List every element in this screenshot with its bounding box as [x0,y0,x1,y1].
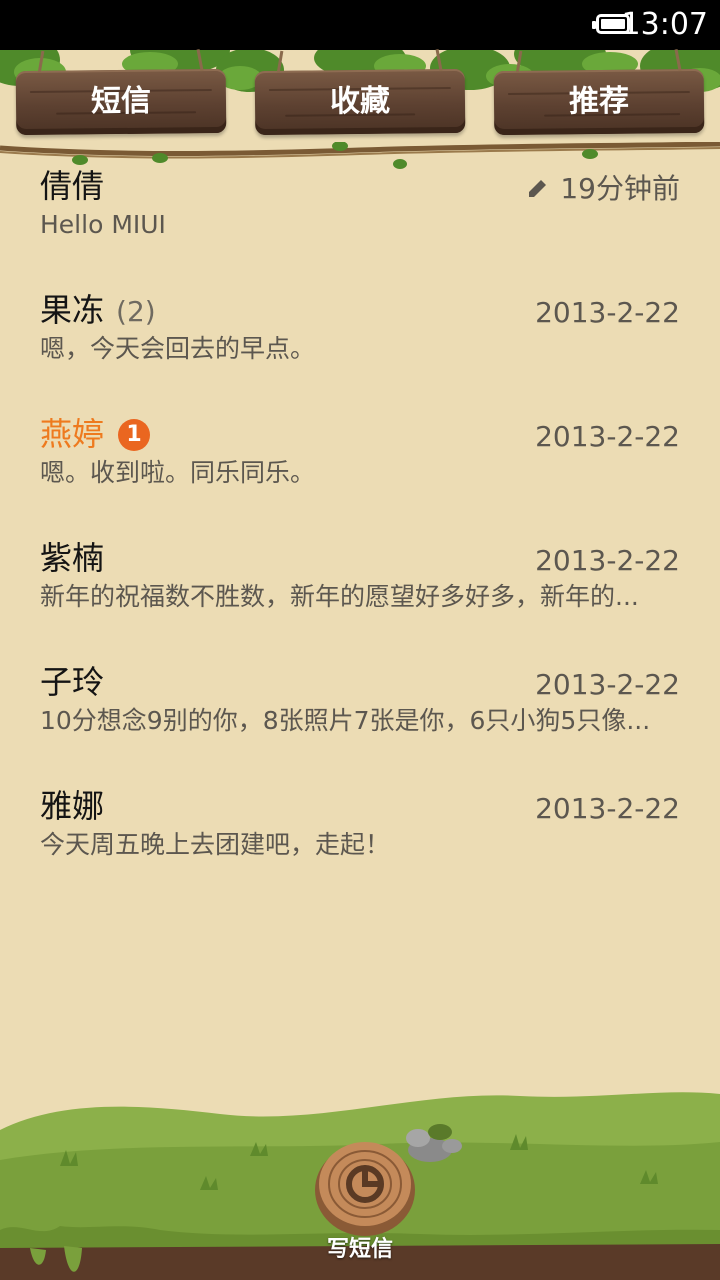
message-preview: 今天周五晚上去团建吧，走起！ [40,830,391,859]
conversation-row[interactable]: 果冻 (2) 2013-2-22 嗯，今天会回去的早点。 [0,284,720,408]
message-preview: 新年的祝福数不胜数，新年的愿望好多好多，新年的... [40,582,639,611]
conversation-date: 2013-2-22 [535,420,680,453]
unread-badge: 1 [118,419,151,451]
conversation-date: 2013-2-22 [535,544,680,577]
message-preview: 10分想念9别的你，8张照片7张是你，6只小狗5只像... [40,706,651,735]
contact-name-line: 燕婷 1 [40,414,151,454]
status-bar: 13:07 [0,0,720,50]
conversation-date-text: 19分钟前 [560,172,680,205]
conversation-row[interactable]: 雅娜 2013-2-22 今天周五晚上去团建吧，走起！ [0,780,720,904]
conversation-list: 倩倩 19分钟前 Hello MIUI 果冻 (2) 2013-2-22 嗯，今天… [0,160,720,904]
message-preview: Hello MIUI [40,210,166,239]
conversation-row[interactable]: 紫楠 2013-2-22 新年的祝福数不胜数，新年的愿望好多好多，新年的... [0,532,720,656]
message-count: (2) [116,295,156,328]
pencil-icon [529,180,547,197]
tab-favorites[interactable]: 收藏 [254,49,466,136]
compose-stump-icon[interactable] [310,1132,420,1242]
contact-name: 雅娜 [40,787,105,825]
message-preview: 嗯。收到啦。同乐同乐。 [40,458,316,487]
tab-recommended[interactable]: 推荐 [493,49,705,136]
contact-name: 子玲 [40,663,105,701]
conversation-date: 19分钟前 [526,172,680,206]
conversation-row[interactable]: 倩倩 19分钟前 Hello MIUI [0,160,720,284]
contact-name: 燕婷 [40,415,105,453]
contact-name: 果冻 [40,291,105,329]
conversation-row[interactable]: 燕婷 1 2013-2-22 嗯。收到啦。同乐同乐。 [0,408,720,532]
tab-favorites-label: 收藏 [329,83,391,120]
tab-sms-label: 短信 [90,83,152,120]
conversation-date: 2013-2-22 [535,668,680,701]
messaging-screen: 13:07 短信 收藏 推荐 倩倩 19分钟前 Hello MIUI 果冻 (2… [0,0,720,1280]
contact-name-line: 果冻 (2) [40,290,156,332]
contact-name: 倩倩 [40,167,105,205]
contact-name: 紫楠 [40,539,105,577]
compose-label[interactable]: 写短信 [300,1236,420,1264]
tab-recommended-label: 推荐 [568,83,630,120]
status-time: 13:07 [621,7,708,42]
conversation-date: 2013-2-22 [535,296,680,329]
conversation-date: 2013-2-22 [535,792,680,825]
message-preview: 嗯，今天会回去的早点。 [40,334,316,363]
tab-sms[interactable]: 短信 [15,49,227,136]
conversation-row[interactable]: 子玲 2013-2-22 10分想念9别的你，8张照片7张是你，6只小狗5只像.… [0,656,720,780]
